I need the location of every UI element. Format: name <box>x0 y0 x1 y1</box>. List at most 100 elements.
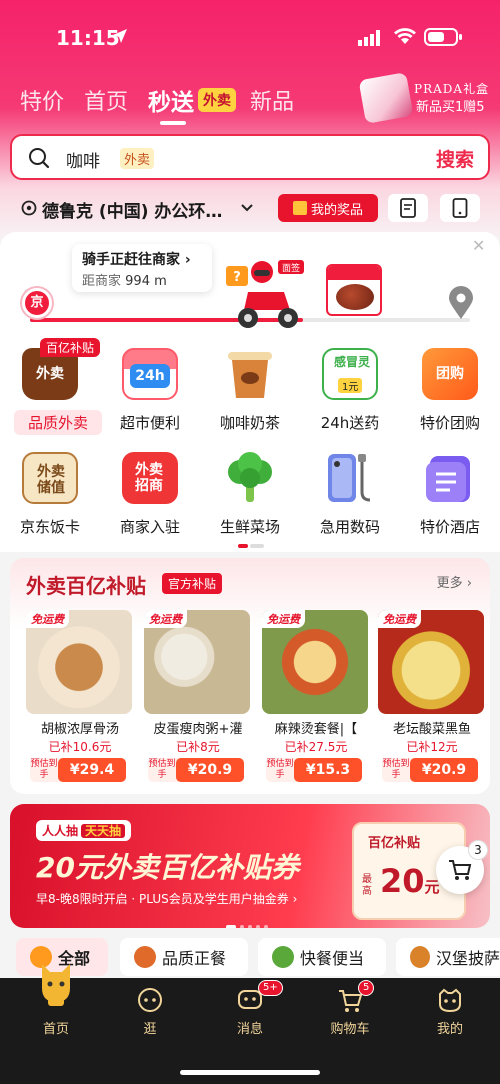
broccoli-icon <box>228 452 272 502</box>
coupon-value: 20元 <box>380 862 440 900</box>
promo-text: 新品买1赠5 <box>416 100 485 115</box>
category-fresh-produce[interactable]: 生鲜菜场 <box>200 444 300 544</box>
tabbar-label: 逛 <box>143 1022 157 1037</box>
hotel-icon <box>426 456 470 502</box>
my-prizes-button[interactable]: 我的奖品 <box>278 194 378 222</box>
category-page-dots <box>238 544 266 548</box>
search-bar[interactable]: 咖啡 外卖 搜索 <box>10 134 490 180</box>
cart-icon <box>449 860 472 880</box>
banner-page-dots <box>226 914 272 928</box>
tab-new[interactable]: 新品 <box>250 84 294 116</box>
prada-promo[interactable]: PRADA礼盒 新品买1赠5 <box>358 72 496 124</box>
category-label: 特价酒店 <box>419 518 480 536</box>
subsidy-section: 外卖百亿补贴 官方补贴 更多 › 免运费 胡椒浓厚骨汤 已补10.6元 预估到手… <box>10 558 490 794</box>
tabbar-profile[interactable]: 我的 <box>400 978 500 1038</box>
coupon-banner[interactable]: 人人抽 天天抽 20元外卖百亿补贴券 早8-晚8限时开启 · PLUS会员及学生用… <box>10 804 490 928</box>
item-subsidy: 已补27.5元 <box>284 740 348 754</box>
category-label: 急用数码 <box>319 518 380 536</box>
category-meal-card[interactable]: 外卖储值 京东饭卡 <box>0 444 100 544</box>
device-button[interactable] <box>440 194 480 222</box>
bento-icon <box>272 946 294 968</box>
tabbar-label: 我的 <box>436 1022 463 1037</box>
profile-icon <box>439 988 461 1013</box>
tabbar-browse[interactable]: 逛 <box>100 978 200 1038</box>
subsidy-item[interactable]: 免运费 皮蛋瘦肉粥+灌 已补8元 预估到手 ¥20.9 <box>144 610 252 790</box>
status-time: 11:15 <box>56 26 120 50</box>
category-merchant-join[interactable]: 外卖招商 商家入驻 <box>100 444 200 544</box>
category-hotel[interactable]: 特价酒店 <box>400 444 500 544</box>
signal-icon <box>358 30 380 46</box>
home-indicator <box>180 1070 320 1075</box>
meal-icon <box>134 946 156 968</box>
document-icon <box>400 198 416 218</box>
category-supermarket[interactable]: 24h 超市便利 <box>100 340 200 440</box>
category-label: 京东饭卡 <box>19 518 80 536</box>
tabbar-label: 购物车 <box>330 1022 370 1037</box>
category-label: 24h送药 <box>320 414 380 432</box>
location-arrow-icon <box>113 29 127 43</box>
tabbar-cart[interactable]: 5 购物车 <box>300 978 400 1038</box>
delivery-address[interactable]: 德鲁克 (中国) 办公环… <box>42 197 222 222</box>
category-24h-medicine[interactable]: 感冒灵 1元 24h送药 <box>300 340 400 440</box>
category-label: 咖啡奶茶 <box>219 414 280 432</box>
my-prizes-label: 我的奖品 <box>310 202 363 218</box>
svg-text:?: ? <box>233 270 241 285</box>
item-price: 预估到手 ¥20.9 <box>148 758 244 782</box>
banner-tag: 人人抽 天天抽 <box>36 820 132 841</box>
address-row: 德鲁克 (中国) 办公环… 我的奖品 <box>0 192 500 224</box>
item-name: 皮蛋瘦肉粥+灌 <box>153 722 243 737</box>
coupon-max-label: 最高 <box>362 874 372 897</box>
item-name: 胡椒浓厚骨汤 <box>40 722 119 737</box>
item-name: 老坛酸菜黑鱼 <box>392 722 471 737</box>
tabbar-label: 消息 <box>236 1022 263 1037</box>
free-shipping-tag: 免运费 <box>262 610 305 628</box>
floating-cart-button[interactable]: 3 <box>436 840 488 894</box>
tab-instant-delivery[interactable]: 秒送 <box>148 83 194 125</box>
subsidy-item[interactable]: 免运费 老坛酸菜黑鱼 已补12元 预估到手 ¥20.9 <box>378 610 486 790</box>
chip-quality-meals[interactable]: 品质正餐 <box>120 938 248 976</box>
coupon-header: 百亿补贴 <box>368 836 421 851</box>
takeout-tab-badge[interactable]: 外卖 <box>198 88 237 112</box>
rider-distance: 距商家 994 m <box>82 274 167 289</box>
chip-fast-food[interactable]: 快餐便当 <box>258 938 386 976</box>
category-label: 生鲜菜场 <box>219 518 280 536</box>
chip-burger-pizza[interactable]: 汉堡披萨 <box>396 938 500 976</box>
tab-home[interactable]: 首页 <box>84 84 128 116</box>
home-mascot-icon <box>42 964 70 1006</box>
category-group-buy[interactable]: 团购 特价团购 <box>400 340 500 440</box>
more-link[interactable]: 更多 › <box>437 572 472 591</box>
24h-store-icon: 24h <box>122 348 178 400</box>
subsidy-item[interactable]: 免运费 胡椒浓厚骨汤 已补10.6元 预估到手 ¥29.4 <box>26 610 134 790</box>
subsidy-item[interactable]: 免运费 麻辣烫套餐|【 已补27.5元 预估到手 ¥15.3 <box>262 610 370 790</box>
wifi-icon <box>394 28 416 44</box>
search-button[interactable]: 搜索 <box>436 145 474 172</box>
merchant-join-icon: 外卖招商 <box>122 452 178 504</box>
orders-button[interactable] <box>388 194 428 222</box>
category-quality-takeout[interactable]: 百亿补贴 外卖 品质外卖 <box>0 338 102 440</box>
meal-card-icon: 外卖储值 <box>22 452 78 504</box>
search-input[interactable]: 咖啡 <box>66 147 100 172</box>
destination-pin-icon <box>449 286 473 319</box>
delivery-tracker[interactable]: 京 骑手正赶往商家 › 距商家 994 m ? 面签 <box>0 240 500 335</box>
chevron-down-icon[interactable] <box>240 203 254 213</box>
coffee-cup-icon <box>228 352 272 398</box>
category-label: 商家入驻 <box>119 518 180 536</box>
gift-icon <box>292 201 307 215</box>
free-shipping-tag: 免运费 <box>144 610 187 628</box>
category-coffee-tea[interactable]: 咖啡奶茶 <box>200 340 300 440</box>
cart-badge: 5 <box>358 980 375 996</box>
category-label: 超市便利 <box>119 414 180 432</box>
tabbar-messages[interactable]: 5+ 消息 <box>200 978 300 1038</box>
item-price: 预估到手 ¥15.3 <box>266 758 362 782</box>
subsidy-title: 外卖百亿补贴 <box>26 574 146 598</box>
medicine-box-icon: 感冒灵 1元 <box>322 348 378 400</box>
rider-status-bubble: 骑手正赶往商家 › 距商家 994 m <box>72 244 212 292</box>
location-pin-icon <box>21 200 37 216</box>
search-category-tag: 外卖 <box>120 148 155 169</box>
tabbar-home[interactable]: 首页 <box>6 964 106 1038</box>
gift-box-image <box>358 72 414 124</box>
category-digital[interactable]: 急用数码 <box>300 444 400 544</box>
rider-status-title: 骑手正赶往商家 › <box>82 252 191 268</box>
banner-title: 20元外卖百亿补贴券 <box>36 851 299 884</box>
tab-special[interactable]: 特价 <box>20 84 64 116</box>
